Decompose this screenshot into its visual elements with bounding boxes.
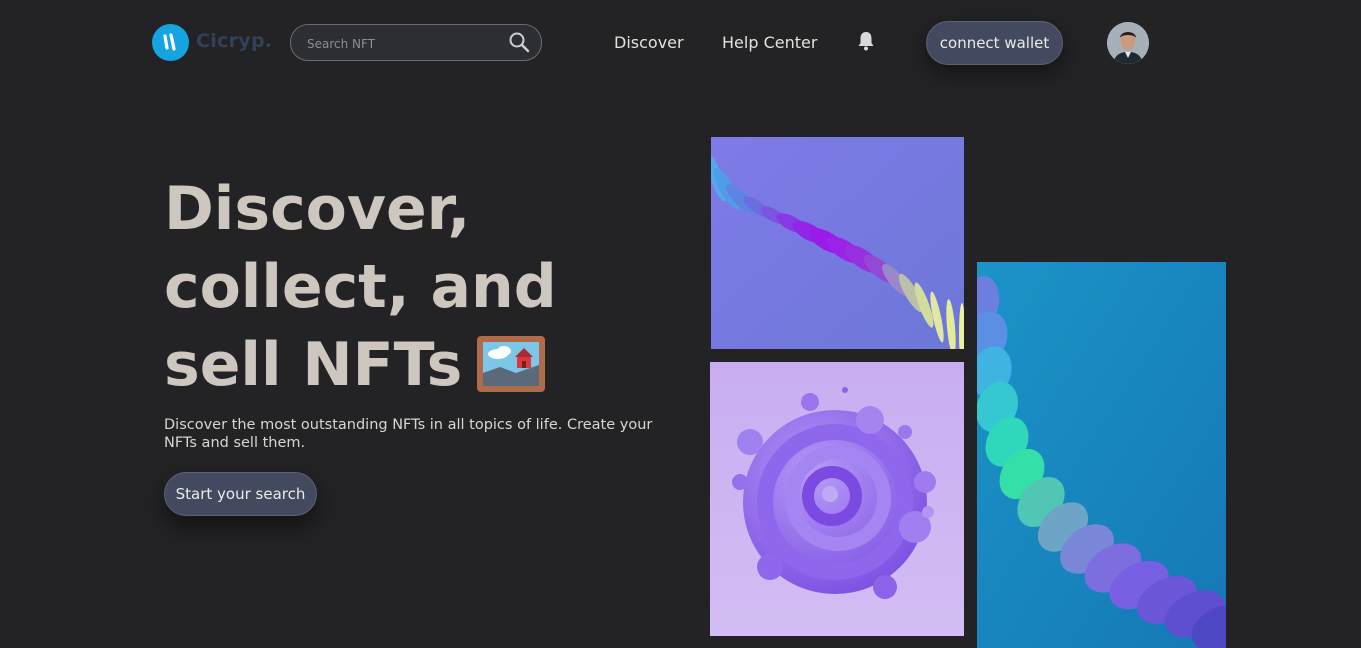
brand-name[interactable]: Cicryp. [196,30,272,52]
teal-ribbon-artwork[interactable] [977,262,1226,648]
avatar[interactable] [1107,22,1149,64]
landing-page: Cicryp. Discover Help Center connect wal… [0,0,1361,648]
hero-title-line-2: collect, and [164,252,557,322]
purple-swirl-artwork[interactable] [710,362,964,636]
hero-title-line-1: Discover, [164,174,471,244]
framed-picture-icon [477,336,546,392]
nav-discover[interactable]: Discover [614,33,684,52]
hero-title-line-3: sell NFTs [164,326,704,404]
hero-title: Discover, collect, and sell NFTs [164,170,704,404]
hero-subtitle: Discover the most outstanding NFTs in al… [164,417,653,451]
nav-help-center[interactable]: Help Center [722,33,817,52]
blue-purple-wave-artwork[interactable] [711,137,964,349]
search-icon[interactable] [508,31,530,53]
hero-title-line-3-text: sell NFTs [164,330,463,400]
connect-wallet-button[interactable]: connect wallet [926,21,1063,65]
search-bar[interactable] [290,24,542,62]
bell-icon[interactable] [856,30,876,52]
search-input[interactable] [305,25,509,62]
logo-icon[interactable] [152,24,189,61]
start-search-button[interactable]: Start your search [164,472,317,516]
